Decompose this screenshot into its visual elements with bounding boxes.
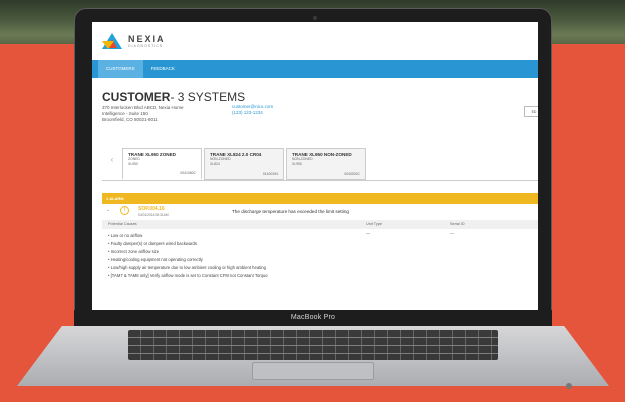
serial-value: — (450, 231, 455, 236)
column-header: Unit Type (366, 222, 382, 226)
logo-text[interactable]: NEXIA DIAGNOSTICS (128, 34, 166, 48)
page-title: CUSTOMER- 3 SYSTEMS (102, 90, 246, 104)
alarm-row[interactable]: ⌄ ! SOP.004.16 04/01/2016 08:31AM The di… (102, 204, 538, 220)
alarm-message: The discharge temperature has exceeded t… (232, 209, 349, 214)
causes-list: Low or no airflow Faulty damper(s) or da… (102, 229, 538, 280)
app-screen: NEXIA DIAGNOSTICS CUSTOMERS FEEDBACK CUS… (92, 22, 538, 310)
background-bottom (0, 386, 625, 402)
causes-table-header: Potential Causes Unit Type Serial ID (102, 220, 538, 229)
system-card[interactable]: TRANE XL824 2.0 CR04 NON-ZONED XL824 014… (204, 148, 284, 180)
camera-icon (313, 16, 317, 20)
header: NEXIA DIAGNOSTICS (92, 22, 538, 60)
laptop-brand-label: MacBook Pro (290, 314, 336, 321)
list-item: Faulty damper(s) or dampers wired backwa… (108, 240, 538, 248)
nexia-logo-icon (102, 31, 122, 51)
list-item: Heating/cooling equipment not operating … (108, 256, 538, 264)
power-led-icon (566, 383, 572, 389)
list-item: Low or no airflow (108, 232, 538, 240)
column-header: Potential Causes (108, 222, 137, 226)
list-item: Incorrect zone airflow size (108, 248, 538, 256)
alarm-code: SOP.004.16 (138, 206, 165, 212)
list-item: Low/high supply air temperature due to l… (108, 264, 538, 272)
trackpad (252, 362, 374, 380)
system-card[interactable]: TRANE XL950 NON-ZONED NON-ZONED XL950 00… (286, 148, 366, 180)
systems-tabs: ‹ TRANE XL950 ZONED ZONED XL950 0041060C… (102, 140, 538, 180)
customer-info: CUSTOMER- 3 SYSTEMS 370 Interlocken Blvd… (92, 78, 538, 140)
column-header: Serial ID (450, 222, 465, 226)
navbar: CUSTOMERS FEEDBACK (92, 60, 538, 78)
system-card[interactable]: TRANE XL950 ZONED ZONED XL950 0041060C (122, 148, 202, 180)
alert-icon: ! (120, 206, 129, 215)
list-item: [TAM7 & TAM8 only] Verify airflow mode i… (108, 272, 538, 280)
nav-feedback[interactable]: FEEDBACK (143, 60, 183, 78)
alarm-timestamp: 04/01/2016 08:31AM (138, 213, 169, 217)
divider (102, 180, 538, 181)
chevron-down-icon[interactable]: ⌄ (106, 207, 110, 213)
edit-button[interactable]: ED (524, 106, 538, 117)
chevron-left-icon[interactable]: ‹ (102, 140, 122, 180)
customer-contact: customer@nico.com (123) 123-1234 (232, 104, 273, 116)
brand-name: NEXIA (128, 34, 166, 44)
unit-type-value: — (366, 231, 371, 236)
alarm-count-bar: 1 ALARM (102, 193, 538, 204)
nav-customers[interactable]: CUSTOMERS (98, 60, 143, 78)
brand-sub: DIAGNOSTICS (128, 44, 164, 48)
phone-link[interactable]: (123) 123-1234 (232, 110, 273, 116)
keyboard (128, 330, 498, 360)
customer-address: 370 Interlocken Blvd ABCD, Nexia Home In… (102, 105, 184, 122)
